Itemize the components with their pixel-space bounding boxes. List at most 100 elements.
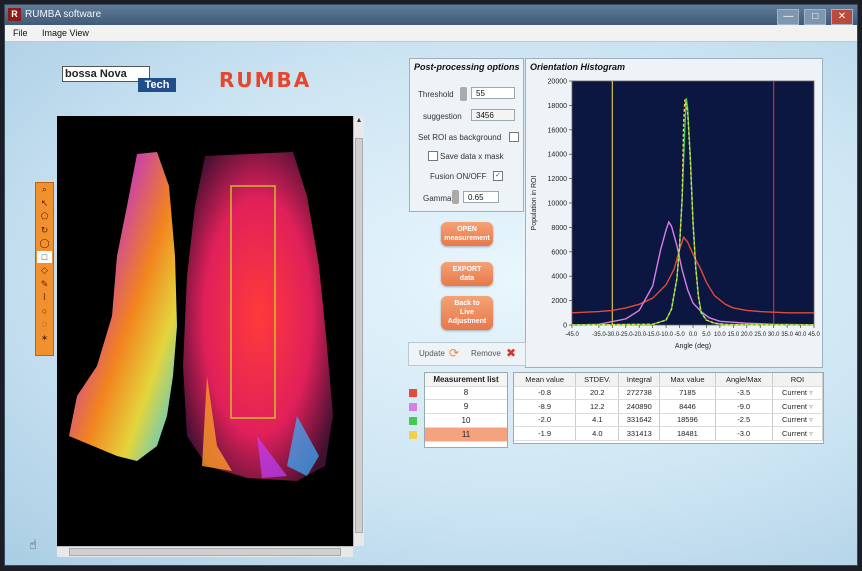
- results-cell: -1.9: [514, 426, 577, 441]
- fusion-checkbox[interactable]: ✓: [493, 171, 503, 181]
- suggestion-label: suggestion: [423, 112, 462, 121]
- chevron-down-icon[interactable]: ▿: [807, 429, 813, 438]
- close-button[interactable]: ✕: [831, 9, 853, 25]
- chevron-down-icon[interactable]: ▿: [807, 415, 813, 424]
- vertical-scroll-thumb[interactable]: [355, 138, 363, 533]
- results-cell: -8.9: [514, 399, 577, 414]
- polyline-icon[interactable]: ⌇: [37, 291, 52, 304]
- results-cell: 18596: [659, 413, 716, 427]
- roi-dropdown[interactable]: Current ▿: [772, 426, 824, 441]
- measurement-list-item[interactable]: 9: [425, 400, 507, 414]
- y-tick-label: 4000: [551, 274, 567, 281]
- gamma-input[interactable]: 0.65: [463, 191, 499, 203]
- post-processing-title: Post-processing options: [414, 62, 520, 72]
- measurement-list-item[interactable]: 8: [425, 386, 507, 400]
- y-tick-label: 12000: [548, 176, 568, 183]
- ellipse-icon[interactable]: ◯: [37, 237, 52, 250]
- results-cell: 4.0: [575, 426, 620, 441]
- measurement-color-swatch: [409, 417, 417, 425]
- roi-dropdown[interactable]: Current ▿: [772, 399, 824, 414]
- results-cell: -0.8: [514, 386, 577, 400]
- y-tick-label: 0: [563, 323, 567, 330]
- maximize-button[interactable]: □: [804, 9, 827, 25]
- app-icon: R: [8, 8, 21, 21]
- minimize-button[interactable]: —: [777, 9, 800, 25]
- pan-hand-icon[interactable]: ☝: [29, 537, 37, 553]
- polygon-icon[interactable]: ⬠: [37, 210, 52, 223]
- open-measurement-button[interactable]: OPEN measurement: [441, 222, 493, 246]
- scroll-up-icon[interactable]: ▲: [354, 116, 364, 126]
- back-to-live-label-2: Live: [459, 309, 474, 316]
- measurement-list-item[interactable]: 11: [425, 428, 507, 442]
- remove-button[interactable]: Remove: [471, 349, 501, 358]
- save-data-mask-checkbox[interactable]: [428, 151, 438, 161]
- x-tick-label: 45.0: [808, 332, 820, 338]
- arrow-pointer-icon[interactable]: ↖: [37, 197, 52, 210]
- table-row: -1.9 4.0 331413 18481 -3.0 Current ▿: [514, 426, 824, 441]
- measurement-list-item[interactable]: 10: [425, 414, 507, 428]
- x-tick-label: 25.0: [754, 332, 766, 338]
- results-cell: 20.2: [575, 386, 620, 400]
- back-to-live-label-3: Adjustment: [447, 318, 487, 325]
- x-tick-label: 35.0: [781, 332, 793, 338]
- star-icon[interactable]: ✶: [37, 332, 52, 345]
- results-cell: 331642: [618, 413, 661, 427]
- set-roi-background-checkbox[interactable]: [509, 132, 519, 142]
- image-horizontal-scrollbar[interactable]: [57, 546, 353, 557]
- x-tick-label: -5.0: [674, 332, 685, 338]
- y-axis-label: Population in ROI: [531, 176, 538, 231]
- y-tick-label: 2000: [551, 298, 567, 305]
- window-title: RUMBA software: [25, 9, 102, 20]
- gamma-label: Gamma: [423, 194, 452, 203]
- x-tick-label: -10.0: [659, 332, 673, 338]
- diamond-icon[interactable]: ◇: [37, 264, 52, 277]
- open-measurement-label-2: measurement: [444, 235, 490, 242]
- lasso-icon[interactable]: ◌: [37, 318, 52, 331]
- remove-x-icon[interactable]: ✖: [506, 346, 516, 360]
- export-data-button[interactable]: EXPORT data: [441, 262, 493, 286]
- x-tick-label: 40.0: [795, 332, 807, 338]
- x-tick-label: -30.0: [605, 332, 619, 338]
- gamma-spinner-icon[interactable]: [452, 190, 459, 204]
- set-roi-background-label: Set ROI as background: [418, 133, 502, 142]
- x-tick-label: -35.0: [592, 332, 606, 338]
- magnifier-icon[interactable]: ⌕: [37, 183, 52, 196]
- results-cell: 240890: [618, 399, 661, 414]
- measurement-color-swatch: [409, 431, 417, 439]
- circle-icon[interactable]: ○: [37, 305, 52, 318]
- table-row: -2.0 4.1 331642 18596 -2.5 Current ▿: [514, 413, 824, 427]
- menu-file[interactable]: File: [13, 28, 28, 38]
- chevron-down-icon[interactable]: ▿: [807, 388, 813, 397]
- product-logo: RUMBA: [219, 68, 312, 92]
- threshold-input[interactable]: 55: [471, 87, 515, 99]
- freehand-icon[interactable]: ✎: [37, 278, 52, 291]
- rectangle-select-icon[interactable]: □: [37, 250, 52, 263]
- chevron-down-icon[interactable]: ▿: [807, 402, 813, 411]
- update-remove-bar: Update ⟳ Remove ✖: [408, 342, 526, 366]
- results-cell: 18481: [659, 426, 716, 441]
- refresh-icon[interactable]: ⟳: [449, 346, 459, 360]
- y-tick-label: 6000: [551, 249, 567, 256]
- rotate-icon[interactable]: ↻: [37, 224, 52, 237]
- threshold-spinner-icon[interactable]: [460, 87, 467, 101]
- image-viewport[interactable]: [57, 116, 353, 546]
- save-data-mask-label: Save data x mask: [440, 152, 504, 161]
- x-tick-label: 10.0: [714, 332, 726, 338]
- results-column-header: Angle/Max: [715, 373, 773, 387]
- back-to-live-button[interactable]: Back to Live Adjustment: [441, 296, 493, 330]
- horizontal-scroll-thumb[interactable]: [69, 548, 341, 556]
- results-column-header: Mean value: [514, 373, 577, 387]
- update-button[interactable]: Update: [419, 349, 445, 358]
- menu-image-view[interactable]: Image View: [42, 28, 89, 38]
- roi-dropdown[interactable]: Current ▿: [772, 413, 824, 427]
- roi-dropdown[interactable]: Current ▿: [772, 386, 824, 400]
- x-tick-label: 15.0: [727, 332, 739, 338]
- histogram-title: Orientation Histogram: [530, 62, 626, 72]
- x-tick-label: -20.0: [632, 332, 646, 338]
- x-tick-label: -25.0: [619, 332, 633, 338]
- logo-text-bossa-nova: bossa Nova: [62, 66, 150, 82]
- image-vertical-scrollbar[interactable]: ▲: [353, 116, 364, 546]
- orientation-histogram-chart: 0 2000 4000 6000 8000 10000 12000 14000 16000 180…: [531, 79, 820, 351]
- results-cell: 4.1: [575, 413, 620, 427]
- plot-area: [571, 80, 815, 326]
